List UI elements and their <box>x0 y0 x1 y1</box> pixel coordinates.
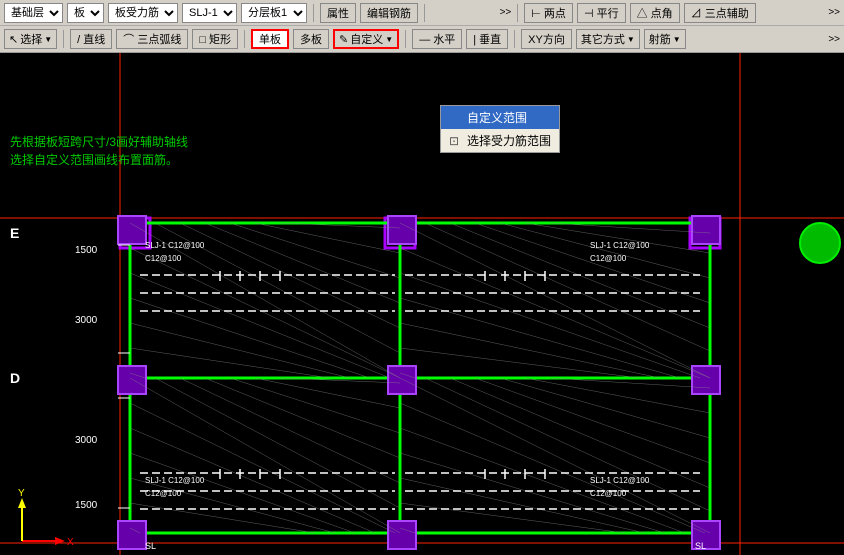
svg-text:D: D <box>10 370 20 386</box>
line-icon: / <box>77 34 80 46</box>
vert-icon: | <box>473 34 476 46</box>
svg-text:1500: 1500 <box>75 500 98 511</box>
angle-icon: △ <box>637 8 648 20</box>
rect-btn[interactable]: □ 矩形 <box>192 29 238 49</box>
svg-text:SL: SL <box>695 541 706 551</box>
custom-range-icon: ▣ <box>449 111 463 125</box>
select-range-icon: ⊡ <box>449 134 463 148</box>
other-label: 其它方式 <box>581 31 625 47</box>
xy-dir-btn[interactable]: XY方向 <box>521 29 572 49</box>
arc-btn[interactable]: ⌒ 三点弧线 <box>116 29 188 49</box>
property-btn[interactable]: 属性 <box>320 3 356 23</box>
sep6 <box>405 30 406 48</box>
svg-text:Y: Y <box>18 488 25 499</box>
parallel-icon: ⊣ <box>584 8 594 20</box>
svg-text:3000: 3000 <box>75 315 98 326</box>
select-btn[interactable]: ↖ 选择 ▼ <box>4 29 57 49</box>
custom-btn[interactable]: ✎ 自定义 ▼ <box>333 29 399 49</box>
svg-text:1500: 1500 <box>75 245 98 256</box>
three-point-btn[interactable]: ⊿ 三点辅助 <box>684 3 756 23</box>
horiz-icon: — <box>419 34 430 46</box>
custom-range-label: 自定义范围 <box>467 109 527 126</box>
other-btn[interactable]: 其它方式 ▼ <box>576 29 640 49</box>
parallel-btn[interactable]: ⊣ 平行 <box>577 3 626 23</box>
radial-btn[interactable]: 射筋 ▼ <box>644 29 686 49</box>
svg-text:C12@100: C12@100 <box>590 254 627 263</box>
sep2 <box>424 4 425 22</box>
rebar-type-select[interactable]: 板受力筋 <box>108 3 178 23</box>
svg-text:C12@100: C12@100 <box>590 489 627 498</box>
cursor-icon: ↖ <box>9 33 18 46</box>
custom-label: 自定义 <box>350 31 383 47</box>
three-point-icon: ⊿ <box>691 8 702 20</box>
annotation-line1: 先根据板短跨尺寸/3画好辅助轴线 <box>10 133 188 151</box>
sep3 <box>517 4 518 22</box>
sep1 <box>313 4 314 22</box>
annotation-line2: 选择自定义范围画线布置面筋。 <box>10 151 188 169</box>
svg-text:C12@100: C12@100 <box>145 254 182 263</box>
svg-text:SLJ-1 C12@100: SLJ-1 C12@100 <box>590 241 650 250</box>
toolbar-row2: ↖ 选择 ▼ / 直线 ⌒ 三点弧线 □ 矩形 单板 多板 ✎ 自定义 ▼ — … <box>0 26 844 52</box>
custom-chevron: ▼ <box>385 35 393 44</box>
slab-select[interactable]: SLJ-1 <box>182 3 237 23</box>
select-force-range-label: 选择受力筋范围 <box>467 132 551 149</box>
arc-icon: ⌒ <box>123 34 134 46</box>
svg-text:SLJ-1 C12@100: SLJ-1 C12@100 <box>145 476 205 485</box>
sep5 <box>244 30 245 48</box>
layer-select[interactable]: 基础层 <box>4 3 63 23</box>
single-board-btn[interactable]: 单板 <box>251 29 289 49</box>
vertical-btn[interactable]: | 垂直 <box>466 29 508 49</box>
rect-icon: □ <box>199 34 206 46</box>
svg-text:C12@100: C12@100 <box>145 489 182 498</box>
svg-text:X: X <box>67 537 74 548</box>
more-btn3[interactable]: >> <box>828 34 840 45</box>
custom-range-item[interactable]: ▣ 自定义范围 <box>441 106 559 129</box>
annotation-text: 先根据板短跨尺寸/3画好辅助轴线 选择自定义范围画线布置面筋。 <box>10 133 188 169</box>
line-btn[interactable]: / 直线 <box>70 29 112 49</box>
edit-rebar-btn[interactable]: 编辑钢筋 <box>360 3 418 23</box>
custom-icon: ✎ <box>339 33 348 46</box>
multi-board-btn[interactable]: 多板 <box>293 29 329 49</box>
more-btn2[interactable]: >> <box>828 7 840 18</box>
other-chevron: ▼ <box>627 35 635 44</box>
board-select[interactable]: 板 <box>67 3 104 23</box>
sep4 <box>63 30 64 48</box>
two-point-icon: ⊢ <box>531 8 541 20</box>
layer-board-select[interactable]: 分层板1 <box>241 3 307 23</box>
svg-text:SL: SL <box>145 541 156 551</box>
select-force-range-item[interactable]: ⊡ 选择受力筋范围 <box>441 129 559 152</box>
svg-text:3000: 3000 <box>75 435 98 446</box>
select-chevron: ▼ <box>44 35 52 44</box>
custom-dropdown: ▣ 自定义范围 ⊡ 选择受力筋范围 <box>440 105 560 153</box>
two-point-btn[interactable]: ⊢ 两点 <box>524 3 573 23</box>
cad-svg: 1500 3000 3000 1500 E D SL SL SLJ-1 C12@… <box>0 53 844 555</box>
svg-text:SLJ-1 C12@100: SLJ-1 C12@100 <box>145 241 205 250</box>
toolbar-row1: 基础层 板 板受力筋 SLJ-1 分层板1 属性 编辑钢筋 >> ⊢ 两点 ⊣ … <box>0 0 844 26</box>
point-angle-btn[interactable]: △ 点角 <box>630 3 680 23</box>
cad-canvas-area[interactable]: 1500 3000 3000 1500 E D SL SL SLJ-1 C12@… <box>0 53 844 555</box>
svg-text:E: E <box>10 225 19 241</box>
select-label: 选择 <box>20 31 42 47</box>
sep7 <box>514 30 515 48</box>
horizontal-btn[interactable]: — 水平 <box>412 29 462 49</box>
radial-chevron: ▼ <box>673 35 681 44</box>
radial-label: 射筋 <box>649 31 671 47</box>
more-btn1[interactable]: >> <box>500 7 512 18</box>
svg-text:SLJ-1 C12@100: SLJ-1 C12@100 <box>590 476 650 485</box>
